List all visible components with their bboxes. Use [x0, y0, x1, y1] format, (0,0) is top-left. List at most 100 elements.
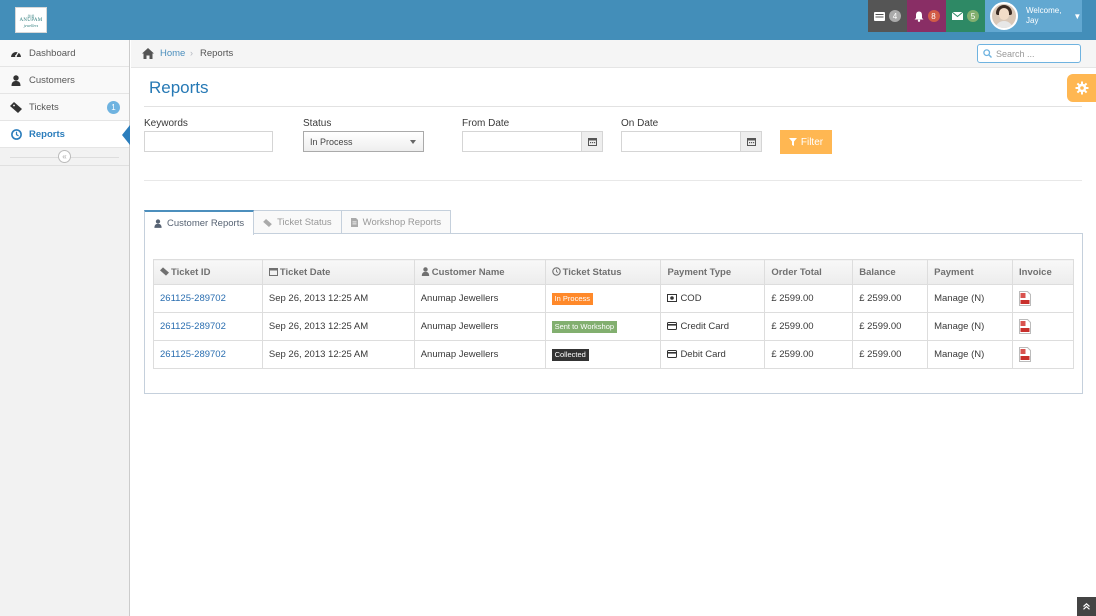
- customer-name-cell: Anumap Jewellers: [413, 312, 546, 341]
- pdf-icon[interactable]: [1019, 291, 1032, 306]
- sidebar-item-dashboard[interactable]: Dashboard: [0, 40, 129, 67]
- caret-down-icon: ▼: [1073, 11, 1082, 21]
- column-header-payment-type[interactable]: Payment Type: [660, 259, 766, 285]
- payment-cell: Manage (N): [927, 312, 1014, 341]
- ticket-date-cell: Sep 26, 2013 12:25 AM: [261, 312, 415, 341]
- customer-name-cell: Anumap Jewellers: [413, 284, 546, 313]
- filter-divider: [144, 180, 1082, 181]
- customer-reports-panel: Ticket ID Ticket Date Customer Name Tick…: [144, 233, 1083, 394]
- home-icon[interactable]: [142, 48, 154, 59]
- header-label: Order Total: [771, 266, 822, 278]
- credit-card-icon: [667, 350, 678, 358]
- column-header-ticket-status[interactable]: Ticket Status: [544, 259, 662, 285]
- sidebar-collapse-row: «: [0, 148, 129, 166]
- pdf-icon[interactable]: [1019, 347, 1032, 362]
- pdf-icon[interactable]: [1019, 319, 1032, 334]
- order-total-cell: £ 2599.00: [764, 312, 854, 341]
- tasks-button[interactable]: 4: [868, 0, 907, 32]
- header-label: Ticket ID: [171, 266, 211, 278]
- credit-card-icon: [667, 322, 678, 330]
- ticket-status-cell: Sent to Workshop: [544, 312, 662, 341]
- breadcrumb-current: Reports: [200, 48, 234, 59]
- tickets-count-badge: 1: [107, 101, 120, 114]
- customer-name-cell: Anumap Jewellers: [413, 340, 546, 369]
- column-header-ticket-date[interactable]: Ticket Date: [261, 259, 415, 285]
- search-input[interactable]: [996, 48, 1076, 59]
- money-icon: [667, 294, 678, 302]
- top-navbar: ((•)) ANUPAM jewellers 4 8 5 Welcome, Ja…: [0, 0, 1096, 40]
- bell-icon: [914, 11, 923, 22]
- user-icon: [154, 219, 162, 228]
- envelope-icon: [952, 12, 963, 20]
- sidebar-item-customers[interactable]: Customers: [0, 67, 129, 94]
- brand-logo[interactable]: ((•)) ANUPAM jewellers: [15, 7, 47, 33]
- filter-button[interactable]: Filter: [780, 130, 832, 154]
- clock-icon: [10, 128, 22, 140]
- ticket-id-link[interactable]: 261125-289702: [153, 284, 263, 313]
- brand-line2: jewellers: [23, 22, 39, 28]
- chevron-right-icon: ›: [190, 48, 193, 58]
- order-total-cell: £ 2599.00: [764, 284, 854, 313]
- caret-down-icon: [410, 140, 416, 144]
- header-label: Ticket Status: [562, 266, 622, 278]
- status-badge: In Process: [551, 292, 594, 305]
- sidebar: Dashboard Customers Tickets 1 Reports «: [0, 40, 130, 616]
- notifications-count-badge: 8: [927, 10, 940, 22]
- double-chevron-left-icon[interactable]: «: [58, 150, 71, 163]
- column-header-invoice[interactable]: Invoice: [1012, 259, 1074, 285]
- column-header-payment[interactable]: Payment: [927, 259, 1014, 285]
- invoice-cell: [1012, 312, 1074, 341]
- on-date-calendar-button[interactable]: [740, 131, 762, 152]
- payment-type-cell: COD: [660, 284, 766, 313]
- column-header-ticket-id[interactable]: Ticket ID: [153, 259, 263, 285]
- search-icon: [983, 49, 992, 58]
- ticket-status-cell: Collected: [544, 340, 662, 369]
- calendar-icon: [746, 138, 756, 146]
- header-label: Customer Name: [431, 266, 505, 278]
- settings-button[interactable]: [1067, 74, 1096, 102]
- header-divider: [144, 106, 1082, 107]
- tab-ticket-status[interactable]: Ticket Status: [253, 210, 342, 234]
- tab-workshop-reports[interactable]: Workshop Reports: [340, 210, 452, 234]
- breadcrumb-home-link[interactable]: Home: [160, 48, 185, 59]
- sidebar-item-tickets[interactable]: Tickets 1: [0, 94, 129, 121]
- ticket-status-cell: In Process: [544, 284, 662, 313]
- search-box: [977, 44, 1081, 63]
- invoice-cell: [1012, 284, 1074, 313]
- sidebar-item-label: Reports: [29, 128, 65, 140]
- filter-button-label: Filter: [800, 136, 824, 148]
- user-icon: [10, 74, 22, 86]
- column-header-order-total[interactable]: Order Total: [764, 259, 854, 285]
- on-date-input[interactable]: [621, 131, 741, 152]
- ticket-id-link[interactable]: 261125-289702: [153, 312, 263, 341]
- ticket-date-cell: Sep 26, 2013 12:25 AM: [261, 284, 415, 313]
- keywords-input[interactable]: [144, 131, 273, 152]
- user-menu[interactable]: Welcome, Jay ▼: [985, 0, 1082, 32]
- status-badge: Sent to Workshop: [551, 320, 618, 333]
- from-date-input[interactable]: [462, 131, 582, 152]
- notifications-button[interactable]: 8: [907, 0, 946, 32]
- column-header-balance[interactable]: Balance: [852, 259, 929, 285]
- from-date-calendar-button[interactable]: [581, 131, 603, 152]
- calendar-icon: [587, 138, 597, 146]
- gear-icon: [1075, 81, 1088, 95]
- tachometer-icon: [10, 47, 22, 59]
- ticket-id-link[interactable]: 261125-289702: [153, 340, 263, 369]
- header-label: Payment: [934, 266, 974, 278]
- order-total-cell: £ 2599.00: [764, 340, 854, 369]
- ticket-icon: [10, 101, 22, 113]
- tasks-icon: [874, 11, 885, 21]
- payment-type-cell: Debit Card: [660, 340, 766, 369]
- column-header-customer-name[interactable]: Customer Name: [413, 259, 546, 285]
- payment-type-label: COD: [680, 293, 702, 304]
- scroll-to-top-button[interactable]: [1077, 597, 1096, 616]
- status-select[interactable]: In Process: [303, 131, 424, 152]
- tab-customer-reports[interactable]: Customer Reports: [144, 210, 255, 235]
- sidebar-item-label: Tickets: [29, 101, 59, 113]
- header-label: Balance: [859, 266, 896, 278]
- sidebar-item-reports[interactable]: Reports: [0, 121, 130, 148]
- messages-button[interactable]: 5: [946, 0, 985, 32]
- user-name: Jay: [1026, 16, 1039, 25]
- payment-type-cell: Credit Card: [660, 312, 766, 341]
- tab-label: Workshop Reports: [362, 217, 442, 228]
